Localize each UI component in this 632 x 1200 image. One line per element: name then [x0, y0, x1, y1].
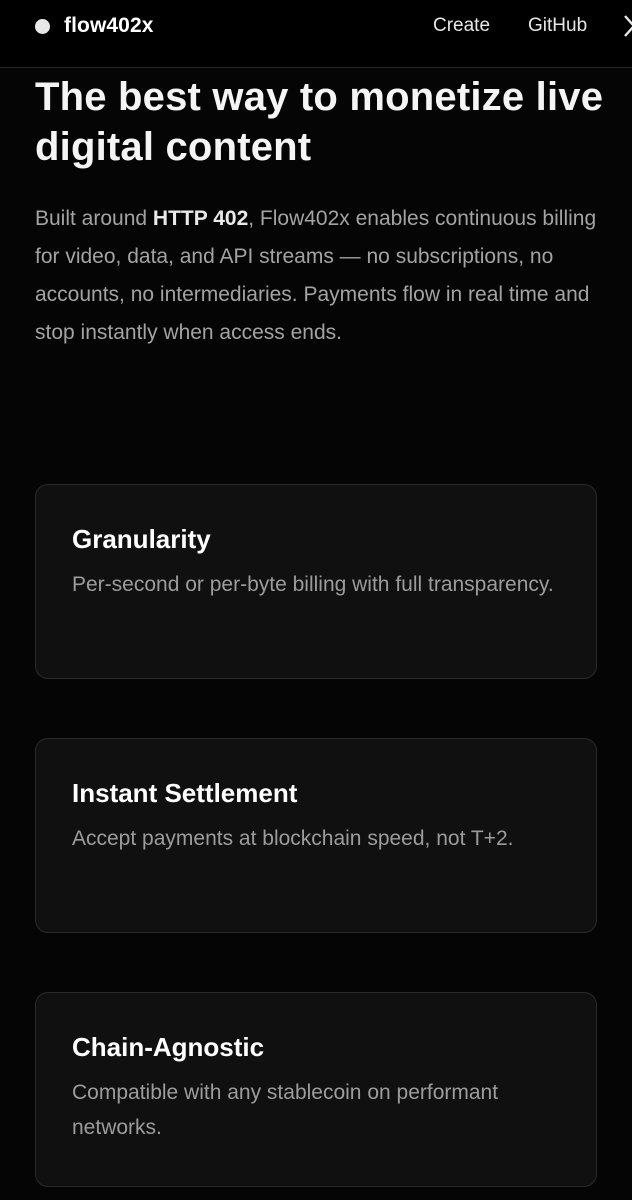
- feature-card-title: Instant Settlement: [72, 778, 298, 808]
- feature-card-title: Chain-Agnostic: [72, 1032, 265, 1062]
- hero-description-highlight: HTTP 402: [152, 207, 249, 230]
- x-icon[interactable]: [624, 15, 632, 37]
- feature-card-instant-settlement: Instant Settlement Accept payments at bl…: [35, 738, 597, 933]
- top-navigation-bar: flow402x Create GitHub: [0, 0, 632, 68]
- feature-card-chain-agnostic: Chain-Agnostic Compatible with any stabl…: [35, 992, 597, 1187]
- feature-card-title: Granularity: [72, 524, 211, 554]
- brand-logo-link[interactable]: flow402x: [35, 13, 154, 39]
- hero-description: Built around HTTP 402, Flow402x enables …: [35, 200, 605, 352]
- feature-card-description: Accept payments at blockchain speed, not…: [72, 827, 514, 850]
- nav-create-link[interactable]: Create: [433, 13, 490, 39]
- feature-card-description: Compatible with any stablecoin on perfor…: [72, 1081, 499, 1139]
- hero-section: The best way to monetize live digital co…: [35, 72, 605, 352]
- feature-card-granularity: Granularity Per-second or per-byte billi…: [35, 484, 597, 679]
- brand-dot-icon: [35, 18, 50, 34]
- nav-github-link[interactable]: GitHub: [528, 13, 587, 39]
- hero-title: The best way to monetize live digital co…: [35, 75, 604, 169]
- brand-name: flow402x: [64, 14, 154, 37]
- hero-description-start: Built around: [35, 207, 153, 230]
- feature-card-description: Per-second or per-byte billing with full…: [72, 573, 554, 596]
